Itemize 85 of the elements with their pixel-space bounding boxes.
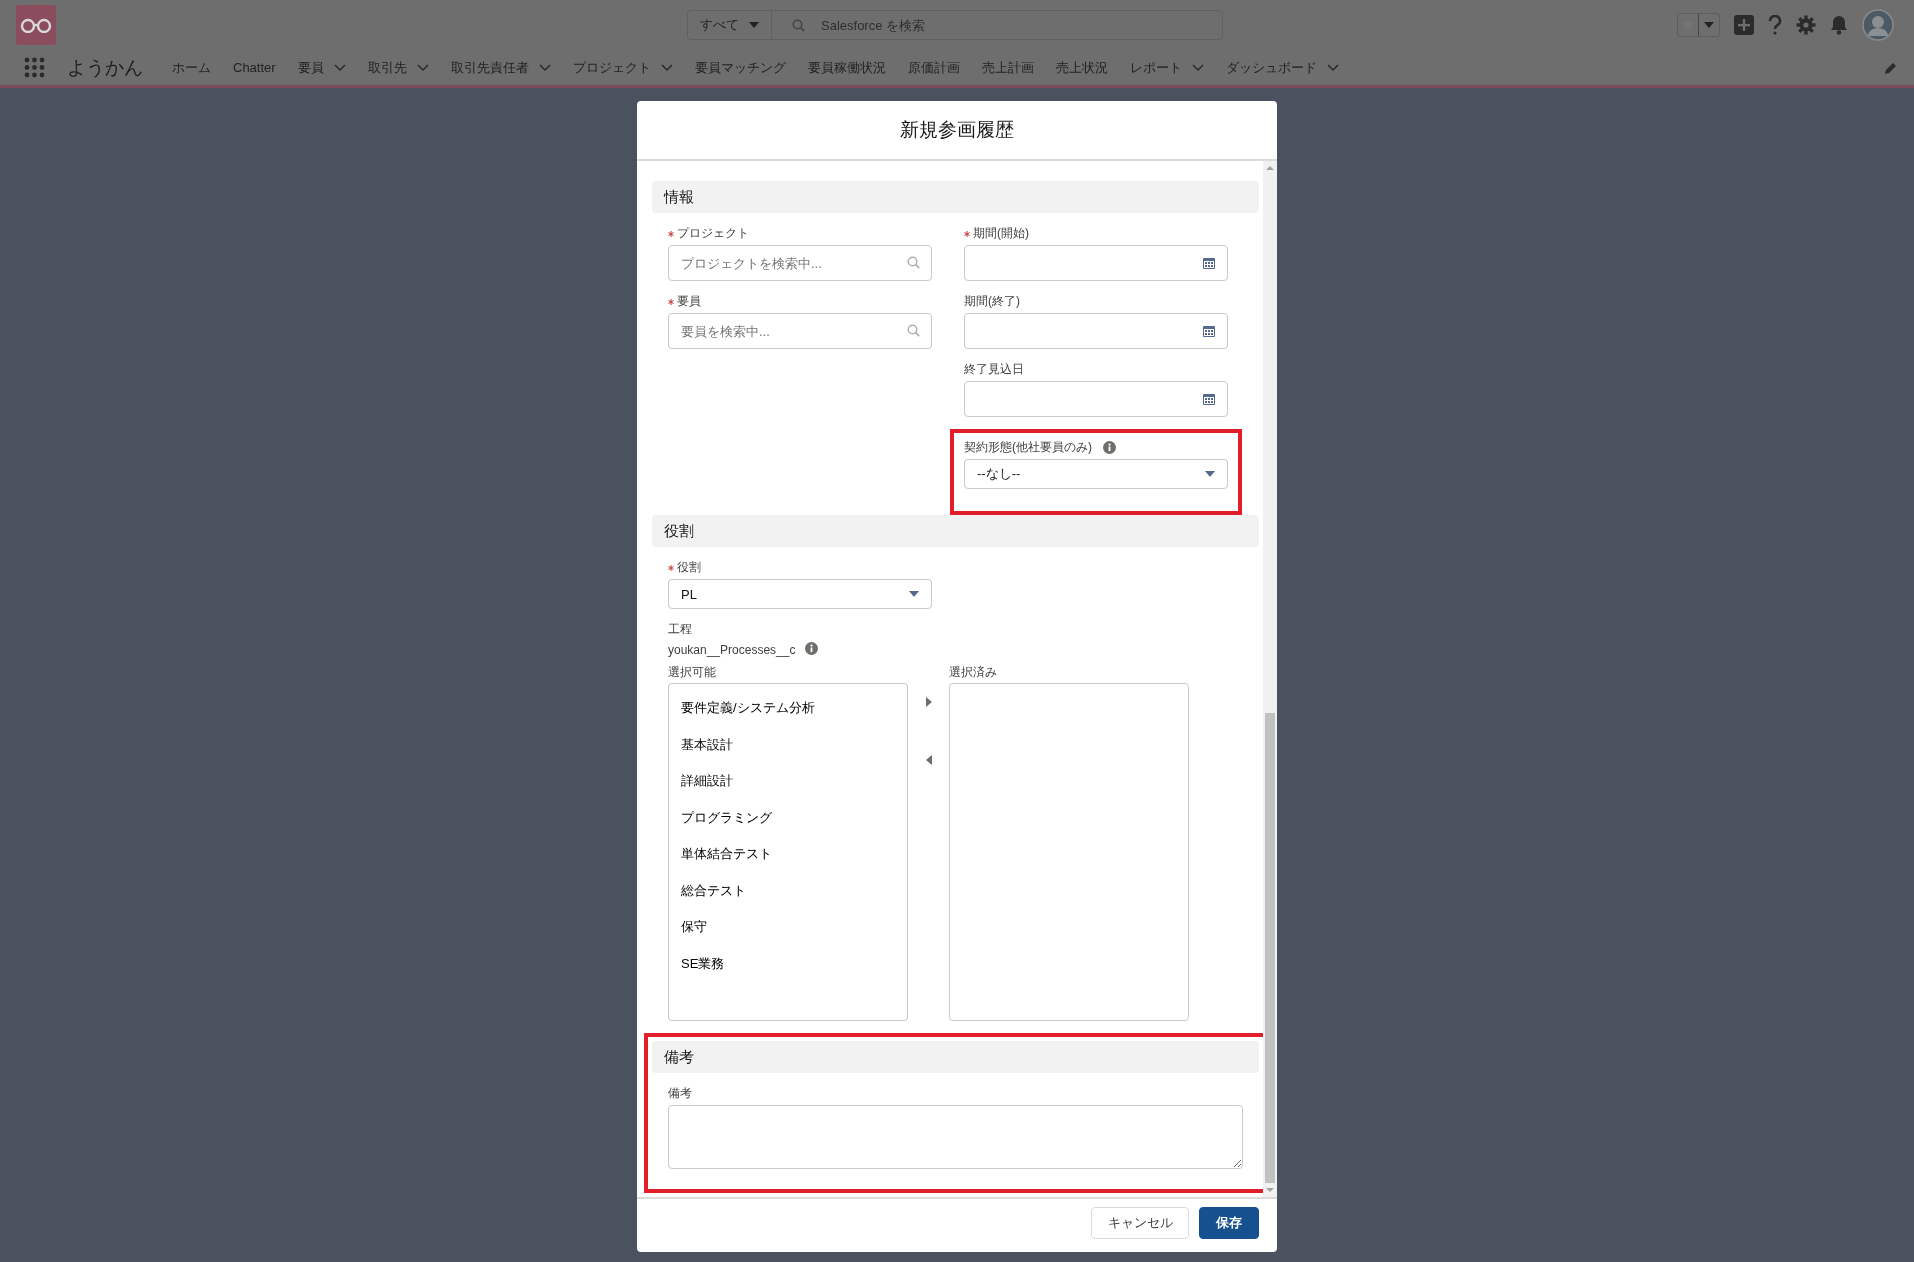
search-field[interactable]: Salesforce を検索: [821, 17, 1121, 33]
app-name: ようかん: [67, 55, 143, 80]
section-header: 備考: [652, 1041, 1259, 1073]
search-scope-dropdown[interactable]: すべて: [688, 11, 772, 39]
required-icon: [964, 230, 970, 237]
nav-tab[interactable]: Chatter: [222, 60, 287, 75]
field-label: 期間(終了): [964, 293, 1020, 310]
search-icon: [907, 256, 920, 269]
nav-tab[interactable]: 売上計画: [970, 58, 1045, 77]
nav-tab[interactable]: 取引先: [356, 58, 440, 77]
required-icon: [668, 564, 674, 571]
search-icon: [792, 19, 805, 32]
chevron-down-icon: [333, 63, 346, 72]
field-label: 終了見込日: [964, 361, 1024, 378]
nav-tab[interactable]: 取引先責任者: [439, 58, 562, 77]
field-label: 備考: [668, 1085, 692, 1102]
cancel-button[interactable]: キャンセル: [1091, 1206, 1189, 1239]
caret-down-icon: [749, 22, 759, 28]
field-label: 要員: [677, 293, 701, 310]
avatar-icon[interactable]: [1862, 9, 1894, 41]
scrollbar[interactable]: [1263, 161, 1277, 1197]
listbox-label: 選択済み: [949, 664, 997, 681]
nav-tab[interactable]: 要員稼働状況: [796, 58, 897, 77]
section-header: 役割: [652, 515, 1259, 547]
nav-tab[interactable]: 原価計画: [896, 58, 971, 77]
field-label: 期間(開始): [973, 225, 1029, 242]
caret-down-icon: [1205, 471, 1215, 477]
move-left-icon[interactable]: [925, 755, 932, 765]
listbox-option[interactable]: 総合テスト: [669, 872, 907, 909]
help-icon[interactable]: [1768, 15, 1782, 35]
field-label: プロジェクト: [677, 225, 749, 242]
listbox-option[interactable]: SE業務: [669, 945, 907, 982]
api-name: youkan__Processes__c: [668, 643, 796, 657]
listbox-label: 選択可能: [668, 664, 716, 681]
nav-tab[interactable]: 売上状況: [1044, 58, 1119, 77]
nav-tab[interactable]: レポート: [1118, 58, 1215, 77]
caret-down-icon: [909, 591, 919, 597]
section-header: 情報: [652, 181, 1259, 213]
move-right-icon[interactable]: [925, 697, 932, 707]
required-icon: [668, 230, 674, 237]
field-label: 工程: [668, 621, 692, 638]
caret-down-icon: [1704, 22, 1714, 28]
picklist[interactable]: PL: [668, 579, 932, 609]
date-field[interactable]: [964, 381, 1228, 417]
nav-tab[interactable]: プロジェクト: [561, 58, 684, 77]
field-label: 役割: [677, 559, 701, 576]
chevron-down-icon: [538, 63, 551, 72]
calendar-icon: [1203, 325, 1215, 337]
required-icon: [668, 298, 674, 305]
pencil-icon[interactable]: [1884, 60, 1898, 75]
plus-icon[interactable]: [1734, 15, 1754, 35]
notes-field[interactable]: [668, 1105, 1243, 1169]
lookup-field[interactable]: プロジェクトを検索中...: [668, 245, 932, 281]
settings-icon[interactable]: [1796, 15, 1816, 35]
calendar-icon: [1203, 393, 1215, 405]
nav-tab[interactable]: ダッシュボード: [1214, 58, 1350, 77]
search-bar[interactable]: すべて Salesforce を検索: [687, 10, 1223, 40]
search-icon: [907, 324, 920, 337]
chevron-down-icon: [1326, 63, 1339, 72]
lookup-field[interactable]: 要員を検索中...: [668, 313, 932, 349]
notifications-icon[interactable]: [1830, 15, 1848, 35]
listbox-option[interactable]: 基本設計: [669, 726, 907, 763]
info-icon[interactable]: [1103, 441, 1116, 454]
app-logo[interactable]: [16, 5, 56, 45]
calendar-icon: [1203, 257, 1215, 269]
date-field[interactable]: [964, 313, 1228, 349]
info-icon[interactable]: [805, 642, 819, 655]
nav-tab[interactable]: 要員マッチング: [683, 58, 797, 77]
nav-tab[interactable]: ホーム: [161, 58, 222, 77]
listbox-option[interactable]: プログラミング: [669, 799, 907, 836]
listbox-option[interactable]: 要件定義/システム分析: [669, 690, 907, 727]
picklist[interactable]: --なし--: [964, 459, 1228, 489]
nav-tab[interactable]: 要員: [286, 58, 357, 77]
save-button[interactable]: 保存: [1199, 1206, 1259, 1239]
chevron-down-icon: [1191, 63, 1204, 72]
chevron-down-icon: [660, 63, 673, 72]
chevron-down-icon: [416, 63, 429, 72]
listbox-option[interactable]: 保守: [669, 909, 907, 946]
app-launcher-icon[interactable]: [24, 57, 45, 78]
date-field[interactable]: [964, 245, 1228, 281]
field-label: 契約形態(他社要員のみ): [964, 439, 1092, 456]
listbox-option[interactable]: 単体結合テスト: [669, 836, 907, 873]
modal-title: 新規参画履歴: [900, 118, 1014, 142]
listbox-option[interactable]: 詳細設計: [669, 763, 907, 800]
favorites-button[interactable]: [1677, 13, 1720, 37]
